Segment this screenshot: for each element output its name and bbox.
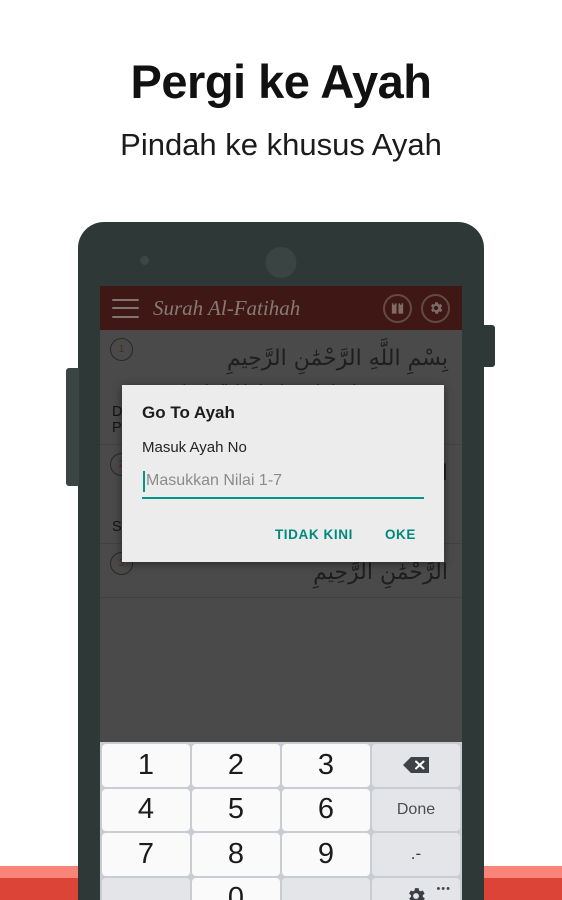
hamburger-menu-icon[interactable] — [112, 298, 139, 318]
gear-icon — [405, 882, 427, 900]
device-power-button — [483, 325, 495, 367]
key-6[interactable]: 6 — [282, 788, 370, 831]
key-punctuation[interactable]: .- — [372, 833, 460, 876]
key-7[interactable]: 7 — [102, 833, 190, 876]
key-1[interactable]: 1 — [102, 744, 190, 787]
text-cursor — [143, 471, 145, 492]
dialog-message: Masuk Ayah No — [142, 439, 247, 456]
dialog-title: Go To Ayah — [142, 403, 235, 422]
dialog-actions: TIDAK KINI OKE — [142, 521, 424, 552]
key-8[interactable]: 8 — [192, 833, 280, 876]
quran-book-icon[interactable] — [383, 293, 412, 323]
device-volume-button — [66, 368, 79, 486]
key-5[interactable]: 5 — [192, 788, 280, 831]
promo-screenshot: Pergi ke Ayah Pindah ke khusus Ayah Sura… — [0, 0, 562, 900]
front-camera-icon — [140, 256, 149, 265]
key-keyboard-settings[interactable]: ••• — [372, 877, 460, 900]
ok-button[interactable]: OKE — [377, 521, 424, 548]
backspace-icon — [401, 755, 431, 775]
promo-headline: Pergi ke Ayah — [130, 55, 432, 108]
key-4[interactable]: 4 — [102, 788, 190, 831]
promo-subheadline: Pindah ke khusus Ayah — [120, 126, 442, 162]
ayah-number-input[interactable] — [142, 472, 424, 497]
earpiece-speaker — [265, 247, 297, 278]
verse-arabic-text: بِسْمِ اللَّهِ الرَّحْمَٰنِ الرَّحِيمِ — [226, 346, 448, 371]
key-3[interactable]: 3 — [282, 744, 370, 787]
key-blank-right[interactable] — [282, 877, 370, 900]
overflow-dots-icon: ••• — [436, 882, 451, 895]
key-blank-left[interactable] — [102, 877, 190, 900]
gear-icon[interactable] — [421, 293, 450, 323]
cancel-button[interactable]: TIDAK KINI — [267, 521, 361, 548]
key-2[interactable]: 2 — [192, 744, 280, 787]
go-to-ayah-dialog: Go To Ayah Masuk Ayah No TIDAK KINI OKE — [122, 385, 444, 562]
numeric-keyboard: 1 2 3 4 5 6 Done 7 8 9 .- 0 ••• — [100, 742, 462, 900]
phone-device-frame: Surah Al-Fatihah 1 بِسْمِ اللَّهِ الرَّح… — [78, 222, 484, 900]
phone-screen: Surah Al-Fatihah 1 بِسْمِ اللَّهِ الرَّح… — [100, 286, 462, 900]
verse-number-badge: 1 — [110, 338, 133, 361]
ayah-number-input-row — [142, 471, 424, 499]
page-title: Surah Al-Fatihah — [153, 295, 301, 320]
key-0[interactable]: 0 — [192, 877, 280, 900]
input-underline — [142, 497, 424, 499]
app-bar: Surah Al-Fatihah — [100, 286, 462, 330]
key-backspace[interactable] — [372, 744, 460, 787]
key-9[interactable]: 9 — [282, 833, 370, 876]
promo-text-block: Pergi ke Ayah Pindah ke khusus Ayah — [0, 56, 562, 162]
key-done[interactable]: Done — [372, 788, 460, 831]
